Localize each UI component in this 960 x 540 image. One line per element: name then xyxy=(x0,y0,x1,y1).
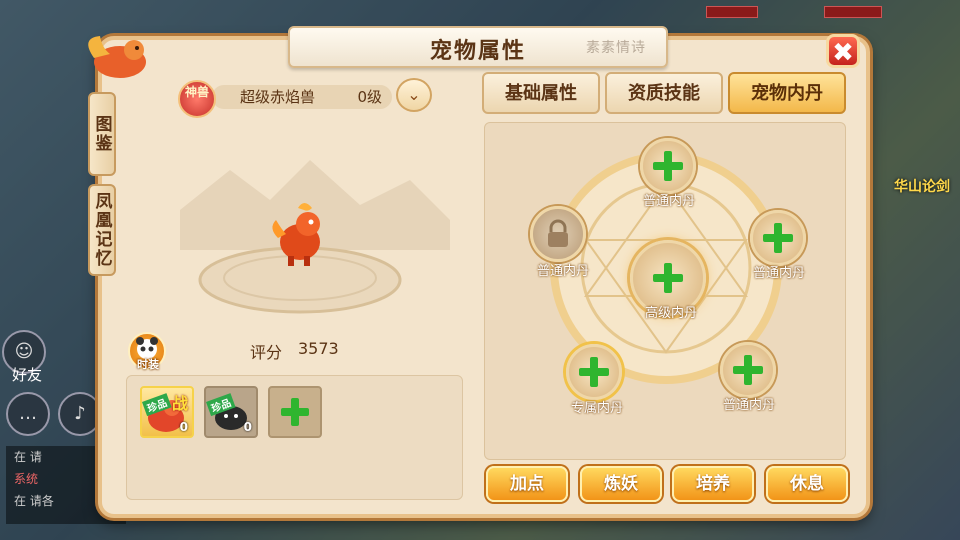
train-button[interactable]: 培养 xyxy=(672,466,754,502)
pet-slot-1[interactable]: 珍品 战 0 xyxy=(140,386,194,438)
refine-button[interactable]: 炼妖 xyxy=(580,466,662,502)
slot-count: 0 xyxy=(179,420,188,434)
inner-pill-label: 普通内丹 xyxy=(752,266,805,281)
plus-icon xyxy=(763,223,793,253)
score-value: 3573 xyxy=(298,339,339,358)
hp-bar xyxy=(706,6,758,18)
tab-aptitude-skills[interactable]: 资质技能 xyxy=(605,72,723,114)
title-decoration: 素素情诗 xyxy=(586,40,646,56)
title-banner: 宠物属性 素素情诗 xyxy=(288,26,668,68)
inner-pill-slot-left-locked xyxy=(530,206,586,262)
inner-pill-label: 普通内丹 xyxy=(536,264,589,279)
side-tab-catalog[interactable]: 图鉴 xyxy=(88,92,116,176)
close-icon: ✖ xyxy=(832,38,854,68)
lock-icon xyxy=(548,219,568,247)
tab-basic-attributes[interactable]: 基础属性 xyxy=(482,72,600,114)
plus-icon xyxy=(733,355,763,385)
hp-bar xyxy=(824,6,882,18)
inner-pill-label: 普通内丹 xyxy=(722,398,775,413)
phoenix-ornament-icon xyxy=(88,36,146,78)
inner-pill-slot-exclusive[interactable] xyxy=(566,344,622,400)
pet-slot-2[interactable]: 珍品 0 xyxy=(204,386,258,438)
divine-beast-badge: 神兽 xyxy=(178,80,216,118)
score-label: 评分 xyxy=(250,343,283,362)
pet-name-bar: 超级赤焰兽 0级 xyxy=(212,85,392,109)
tab-pet-inner-pill[interactable]: 宠物内丹 xyxy=(728,72,846,114)
add-points-button[interactable]: 加点 xyxy=(486,466,568,502)
inner-pill-label: 普通内丹 xyxy=(642,194,695,209)
add-pet-slot[interactable] xyxy=(268,386,322,438)
battle-badge: 战 xyxy=(171,394,188,413)
slot-count: 0 xyxy=(243,420,252,434)
inner-pill-slot-right[interactable] xyxy=(750,210,806,266)
plus-icon xyxy=(653,263,683,293)
plus-icon xyxy=(653,151,683,181)
inner-pill-slot-top[interactable] xyxy=(640,138,696,194)
chat-icon[interactable]: … xyxy=(6,392,50,436)
side-tab-phoenix-memory[interactable]: 凤凰记忆 xyxy=(88,184,116,276)
inner-pill-slot-bottom-right[interactable] xyxy=(720,342,776,398)
costume-label: 时装 xyxy=(137,358,159,371)
rest-button[interactable]: 休息 xyxy=(766,466,848,502)
chevron-down-icon: ⌄ xyxy=(407,85,421,104)
pet-select-dropdown[interactable]: ⌄ xyxy=(396,78,432,112)
inner-pill-label: 专属内丹 xyxy=(570,401,623,416)
friend-label: 好友 xyxy=(12,366,43,384)
event-label[interactable]: 华山论剑 xyxy=(894,176,950,196)
pet-sprite[interactable] xyxy=(268,198,332,270)
close-button[interactable]: ✖ xyxy=(826,34,860,68)
plus-icon xyxy=(579,357,609,387)
inner-pill-label: 高级内丹 xyxy=(644,306,697,321)
pet-level: 0级 xyxy=(357,88,382,106)
plus-icon xyxy=(281,398,309,426)
microphone-icon[interactable]: ♪ xyxy=(58,392,102,436)
pet-name: 超级赤焰兽 xyxy=(240,88,316,106)
